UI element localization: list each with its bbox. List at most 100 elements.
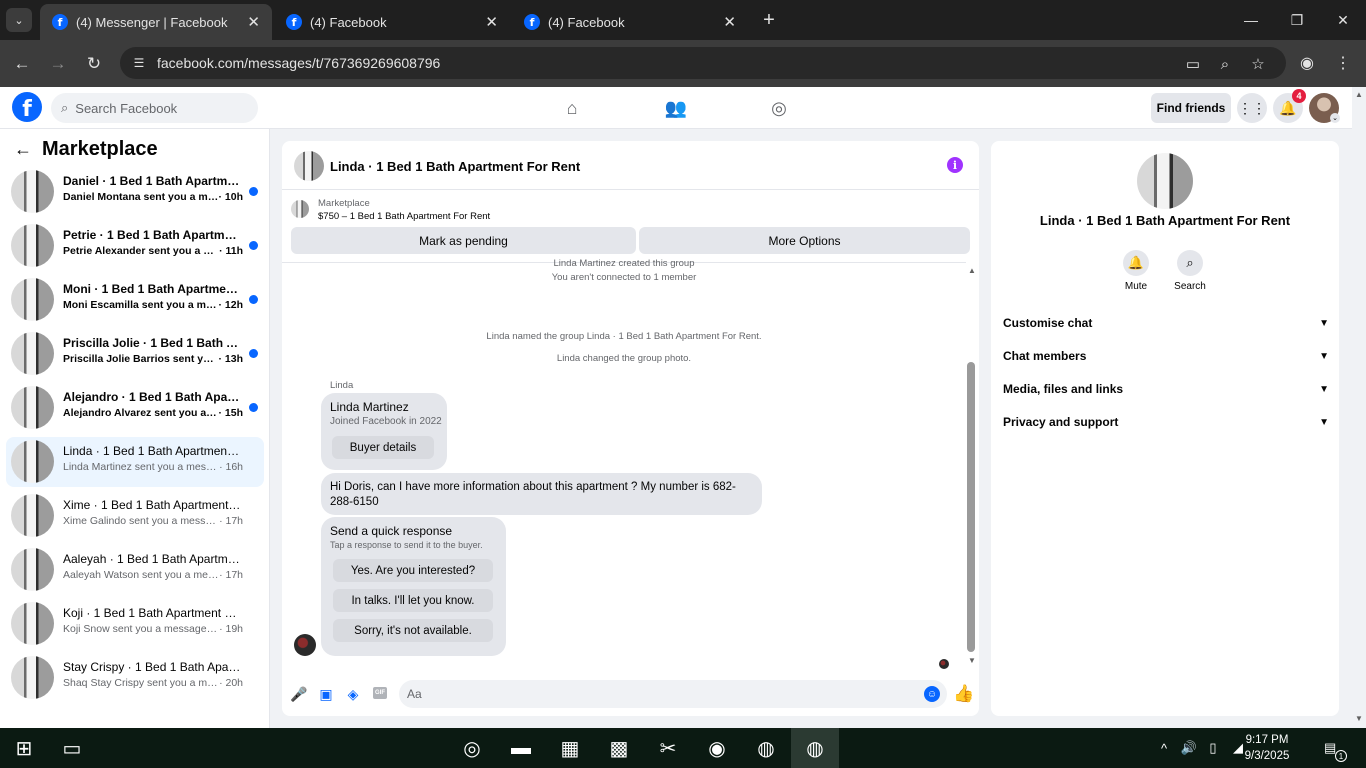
groups-icon[interactable]: ◎ bbox=[767, 97, 791, 119]
thread-scrollbar[interactable]: ▲ ▼ bbox=[965, 262, 979, 672]
photoshop-icon[interactable]: ▩ bbox=[595, 728, 643, 768]
volume-icon[interactable]: 🔊 bbox=[1180, 740, 1198, 756]
quick-response-option[interactable]: In talks. I'll let you know. bbox=[333, 589, 493, 612]
search-button[interactable]: ⌕ Search bbox=[1165, 250, 1215, 292]
tab-messenger[interactable]: f (4) Messenger | Facebook ✕ bbox=[40, 4, 272, 40]
avatar[interactable] bbox=[1137, 153, 1193, 209]
taskbar-clock[interactable]: 9:17 PM 9/3/2025 bbox=[1229, 732, 1305, 764]
profile-icon[interactable]: ◉ bbox=[1296, 52, 1318, 74]
install-app-icon[interactable]: ▭ bbox=[1183, 54, 1203, 74]
task-view-icon[interactable]: ▭ bbox=[48, 728, 96, 768]
battery-icon[interactable]: ▯ bbox=[1204, 740, 1222, 756]
avatar[interactable] bbox=[294, 151, 324, 181]
chevron-up-icon[interactable]: ^ bbox=[1155, 740, 1173, 756]
list-item[interactable]: Aaleyah · 1 Bed 1 Bath Apartment ... Aal… bbox=[6, 545, 264, 595]
file-explorer-icon[interactable]: ▬ bbox=[497, 728, 545, 768]
menu-grid-icon[interactable]: ⋮⋮ bbox=[1237, 93, 1267, 123]
facebook-search[interactable]: ⌕ Search Facebook bbox=[51, 93, 258, 123]
conversation-title: Alejandro · 1 Bed 1 Bath Apartme... bbox=[63, 390, 241, 404]
facebook-logo-icon[interactable]: f bbox=[12, 92, 42, 122]
back-arrow-icon[interactable]: ← bbox=[14, 139, 32, 160]
conversation-time: · 17h bbox=[219, 569, 243, 581]
friends-icon[interactable]: 👥 bbox=[664, 97, 688, 119]
menu-icon[interactable]: ⋮ bbox=[1332, 52, 1354, 74]
system-message: Linda changed the group photo. bbox=[556, 353, 692, 364]
list-item[interactable]: Moni · 1 Bed 1 Bath Apartment F... Moni … bbox=[6, 275, 264, 325]
find-friends-button[interactable]: Find friends bbox=[1151, 93, 1231, 123]
tab-facebook-2[interactable]: f (4) Facebook ✕ bbox=[512, 4, 748, 40]
gif-icon[interactable]: GIF bbox=[373, 687, 387, 699]
scroll-up-icon[interactable]: ▲ bbox=[968, 266, 976, 275]
spotify-icon[interactable]: ◉ bbox=[693, 728, 741, 768]
back-button[interactable]: ← bbox=[9, 51, 35, 77]
profile-card-name: Linda Martinez bbox=[330, 400, 409, 414]
buyer-details-button[interactable]: Buyer details bbox=[332, 436, 434, 459]
sticker-icon[interactable]: ◈ bbox=[345, 686, 361, 702]
section-media-files-links[interactable]: Media, files and links ▼ bbox=[1003, 375, 1329, 403]
forward-button[interactable]: → bbox=[45, 51, 71, 77]
bookmark-star-icon[interactable]: ☆ bbox=[1248, 54, 1268, 74]
restore-button[interactable]: ❐ bbox=[1274, 4, 1320, 36]
scroll-up-icon[interactable]: ▲ bbox=[1355, 90, 1363, 99]
scrollbar-thumb[interactable] bbox=[967, 362, 975, 652]
address-bar[interactable]: ☰ facebook.com/messages/t/76736926960879… bbox=[120, 47, 1286, 79]
conversation-preview: Linda Martinez sent you a message a...· … bbox=[63, 461, 243, 473]
quick-response-option[interactable]: Sorry, it's not available. bbox=[333, 619, 493, 642]
list-item[interactable]: Linda · 1 Bed 1 Bath Apartment For... Li… bbox=[6, 437, 264, 487]
conversation-time: · 13h bbox=[218, 353, 243, 365]
url-text[interactable]: facebook.com/messages/t/767369269608796 bbox=[157, 55, 440, 71]
windows-start-icon[interactable]: ⊞ bbox=[0, 728, 48, 768]
conversation-preview: Daniel Montana sent you a messa...· 10h bbox=[63, 191, 243, 203]
listing-thumbnail bbox=[291, 200, 309, 218]
tab-search-button[interactable]: ⌄ bbox=[6, 8, 32, 32]
close-tab-icon[interactable]: ✕ bbox=[723, 13, 736, 31]
list-item[interactable]: Koji · 1 Bed 1 Bath Apartment For ... Ko… bbox=[6, 599, 264, 649]
like-thumb-icon[interactable]: 👍 bbox=[953, 684, 974, 704]
minimize-button[interactable]: — bbox=[1228, 4, 1274, 36]
avatar[interactable] bbox=[294, 634, 316, 656]
reload-button[interactable]: ↻ bbox=[81, 51, 107, 77]
mark-pending-button[interactable]: Mark as pending bbox=[291, 227, 636, 254]
list-item[interactable]: Petrie · 1 Bed 1 Bath Apartment F... Pet… bbox=[6, 221, 264, 271]
new-tab-button[interactable]: + bbox=[758, 8, 780, 32]
unread-dot bbox=[249, 403, 258, 412]
list-item[interactable]: Priscilla Jolie · 1 Bed 1 Bath Apart... … bbox=[6, 329, 264, 379]
list-item[interactable]: Daniel · 1 Bed 1 Bath Apartment ... Dani… bbox=[6, 167, 264, 217]
info-icon[interactable]: i bbox=[947, 157, 963, 173]
list-item[interactable]: Stay Crispy · 1 Bed 1 Bath Apartme... Sh… bbox=[6, 653, 264, 703]
tab-facebook-1[interactable]: f (4) Facebook ✕ bbox=[274, 4, 510, 40]
chevron-down-icon[interactable]: ⌄ bbox=[1330, 113, 1340, 123]
chat-title[interactable]: Linda · 1 Bed 1 Bath Apartment For Rent bbox=[330, 159, 580, 174]
listing-label: Marketplace bbox=[318, 198, 370, 209]
close-tab-icon[interactable]: ✕ bbox=[485, 13, 498, 31]
more-options-button[interactable]: More Options bbox=[639, 227, 970, 254]
message-input[interactable] bbox=[399, 680, 947, 708]
close-tab-icon[interactable]: ✕ bbox=[247, 13, 260, 31]
emoji-icon[interactable]: ☺ bbox=[924, 686, 940, 702]
zoom-icon[interactable]: ⌕ bbox=[1215, 54, 1235, 74]
site-info-icon[interactable]: ☰ bbox=[130, 55, 148, 71]
close-window-button[interactable]: ✕ bbox=[1320, 4, 1366, 36]
section-chat-members[interactable]: Chat members ▼ bbox=[1003, 342, 1329, 370]
section-customise-chat[interactable]: Customise chat ▼ bbox=[1003, 309, 1329, 337]
microsoft-store-icon[interactable]: ▦ bbox=[546, 728, 594, 768]
chrome-profile-icon[interactable]: ◍ bbox=[791, 728, 839, 768]
conversation-title: Koji · 1 Bed 1 Bath Apartment For ... bbox=[63, 606, 241, 620]
page-scrollbar[interactable]: ▲ ▼ bbox=[1352, 87, 1366, 728]
mute-button[interactable]: 🔔 Mute bbox=[1111, 250, 1161, 292]
section-privacy-support[interactable]: Privacy and support ▼ bbox=[1003, 408, 1329, 436]
list-item[interactable]: Alejandro · 1 Bed 1 Bath Apartme... Alej… bbox=[6, 383, 264, 433]
microphone-icon[interactable]: 🎤 bbox=[290, 686, 307, 702]
home-icon[interactable]: ⌂ bbox=[560, 97, 584, 119]
notification-badge: 4 bbox=[1292, 89, 1306, 103]
quick-response-option[interactable]: Yes. Are you interested? bbox=[333, 559, 493, 582]
chrome-icon[interactable]: ◍ bbox=[742, 728, 790, 768]
scroll-down-icon[interactable]: ▼ bbox=[968, 656, 976, 665]
whatsapp-icon[interactable]: ◎ bbox=[448, 728, 496, 768]
snipping-tool-icon[interactable]: ✂ bbox=[644, 728, 692, 768]
conversation-preview: Koji Snow sent you a message about...· 1… bbox=[63, 623, 243, 635]
scroll-down-icon[interactable]: ▼ bbox=[1355, 714, 1363, 723]
photo-icon[interactable]: ▣ bbox=[318, 686, 334, 702]
bell-icon: 🔔 bbox=[1123, 250, 1149, 276]
list-item[interactable]: Xime · 1 Bed 1 Bath Apartment For... Xim… bbox=[6, 491, 264, 541]
